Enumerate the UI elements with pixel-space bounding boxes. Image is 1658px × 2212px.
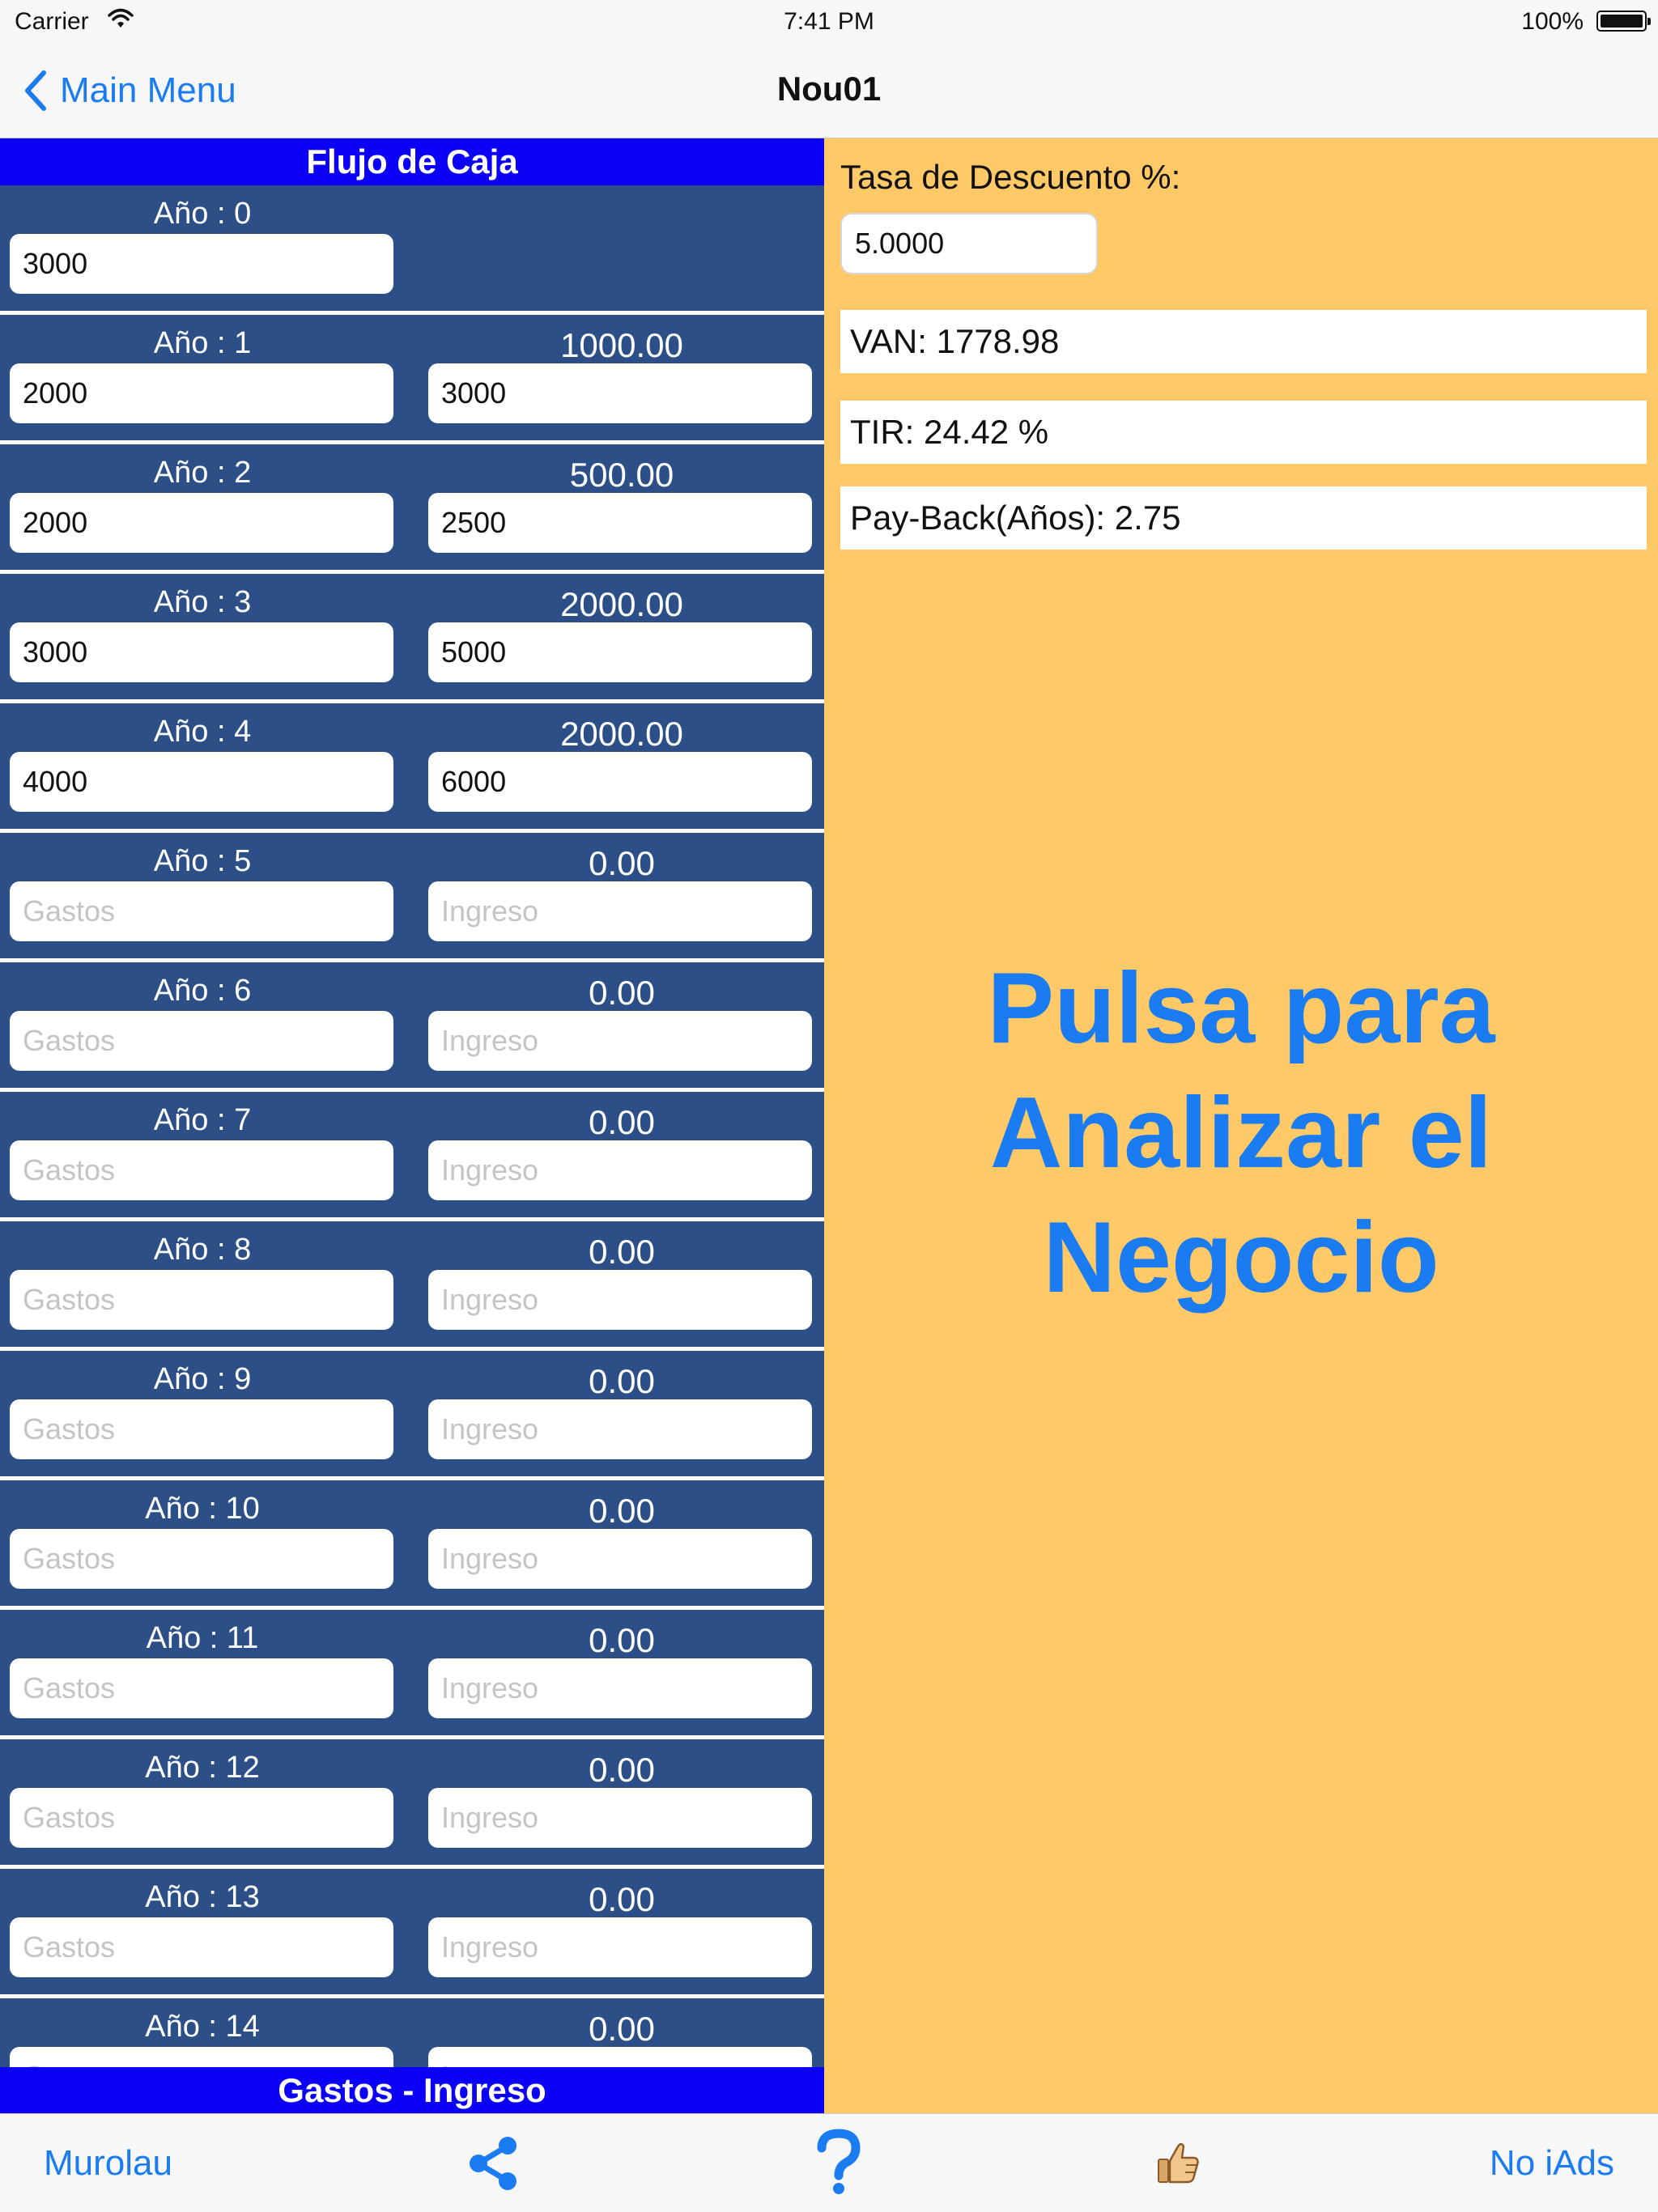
page-title: Nou01: [776, 70, 882, 108]
gastos-input[interactable]: [10, 1658, 393, 1718]
net-cash-flow-value: 2000.00: [560, 585, 683, 623]
ingreso-input[interactable]: [428, 2047, 812, 2067]
gastos-input[interactable]: [10, 363, 393, 423]
year-row: Año : 2 500.00: [0, 444, 824, 570]
year-label: Año : 0: [153, 197, 252, 231]
gastos-input[interactable]: [10, 1399, 393, 1459]
net-cash-flow-value: 0.00: [589, 844, 655, 882]
thumbs-up-icon[interactable]: [1155, 2140, 1201, 2189]
year-label: Año : 6: [153, 974, 252, 1008]
net-cash-flow-value: 0.00: [589, 1621, 655, 1659]
payback-result: Pay-Back(Años): 2.75: [840, 486, 1647, 550]
net-cash-flow-value: 1000.00: [560, 326, 683, 364]
gastos-input[interactable]: [10, 493, 393, 553]
year-row: Año : 12 0.00: [0, 1739, 824, 1865]
year-row: Año : 11 0.00: [0, 1610, 824, 1735]
year-label: Año : 2: [153, 456, 252, 490]
year-row: Año : 3 2000.00: [0, 574, 824, 699]
gastos-input[interactable]: [10, 234, 393, 294]
ingreso-input[interactable]: [428, 752, 812, 812]
discount-rate-input[interactable]: [840, 213, 1098, 274]
cash-flow-list[interactable]: Año : 0Año : 11000.00Año : 2500.00Año : …: [0, 185, 824, 2067]
murolau-link[interactable]: Murolau: [44, 2143, 172, 2184]
ingreso-input[interactable]: [428, 1917, 812, 1977]
gastos-input[interactable]: [10, 752, 393, 812]
analysis-panel: Tasa de Descuento %: VAN: 1778.98 TIR: 2…: [824, 138, 1658, 2113]
year-row: Año : 7 0.00: [0, 1092, 824, 1217]
year-label: Año : 7: [153, 1103, 252, 1137]
gastos-input[interactable]: [10, 881, 393, 941]
net-cash-flow-value: 0.00: [589, 974, 655, 1012]
navigation-bar: Main Menu Nou01: [0, 45, 1658, 138]
battery-percent: 100%: [1521, 8, 1584, 35]
gastos-input[interactable]: [10, 2047, 393, 2067]
share-icon[interactable]: [465, 2135, 521, 2196]
ingreso-input[interactable]: [428, 1011, 812, 1071]
status-bar: Carrier 7:41 PM 100%: [0, 0, 1658, 45]
net-cash-flow-value: 0.00: [589, 1751, 655, 1789]
year-label: Año : 3: [153, 585, 252, 619]
gastos-input[interactable]: [10, 622, 393, 682]
ingreso-input[interactable]: [428, 1529, 812, 1589]
year-row: Año : 10 0.00: [0, 1480, 824, 1606]
battery-icon: [1596, 11, 1651, 32]
discount-rate-label: Tasa de Descuento %:: [840, 158, 1181, 196]
analyze-line-2: Analizar el: [989, 1077, 1493, 1189]
net-cash-flow-value: 0.00: [589, 1492, 655, 1530]
year-label: Año : 4: [153, 715, 252, 749]
year-row: Año : 5 0.00: [0, 833, 824, 958]
ingreso-input[interactable]: [428, 1270, 812, 1330]
year-label: Año : 5: [153, 844, 252, 878]
gastos-input[interactable]: [10, 1529, 393, 1589]
year-label: Año : 8: [153, 1233, 252, 1267]
year-row: Año : 8 0.00: [0, 1221, 824, 1347]
year-row: Año : 13 0.00: [0, 1869, 824, 1994]
ingreso-input[interactable]: [428, 881, 812, 941]
net-cash-flow-value: 2000.00: [560, 715, 683, 753]
year-row: Año : 1 1000.00: [0, 315, 824, 440]
net-cash-flow-value: 500.00: [569, 456, 674, 494]
year-label: Año : 14: [145, 2010, 260, 2044]
analyze-business-button[interactable]: Pulsa para Analizar el Negocio: [824, 946, 1658, 1320]
no-iads-link[interactable]: No iAds: [1490, 2143, 1614, 2184]
year-row: Año : 6 0.00: [0, 962, 824, 1088]
ingreso-input[interactable]: [428, 493, 812, 553]
ingreso-input[interactable]: [428, 1140, 812, 1200]
year-label: Año : 12: [145, 1751, 260, 1785]
year-label: Año : 13: [145, 1880, 260, 1914]
ingreso-input[interactable]: [428, 622, 812, 682]
gastos-input[interactable]: [10, 1270, 393, 1330]
gastos-input[interactable]: [10, 1011, 393, 1071]
ingreso-input[interactable]: [428, 1788, 812, 1848]
year-label: Año : 1: [153, 326, 252, 360]
van-result: VAN: 1778.98: [840, 310, 1647, 373]
net-cash-flow-value: 0.00: [589, 1362, 655, 1400]
net-cash-flow-value: 0.00: [589, 1103, 655, 1141]
ingreso-input[interactable]: [428, 363, 812, 423]
year-label: Año : 11: [146, 1621, 259, 1655]
year-row: Año : 9 0.00: [0, 1351, 824, 1476]
gastos-input[interactable]: [10, 1917, 393, 1977]
net-cash-flow-value: 0.00: [589, 2010, 655, 2048]
analyze-line-3: Negocio: [1043, 1202, 1439, 1314]
help-icon[interactable]: [814, 2129, 864, 2201]
year-row: Año : 4 2000.00: [0, 703, 824, 829]
year-label: Año : 9: [153, 1362, 252, 1396]
analyze-line-1: Pulsa para: [987, 953, 1495, 1064]
gastos-input[interactable]: [10, 1140, 393, 1200]
year-label: Año : 10: [145, 1492, 260, 1526]
net-cash-flow-value: 0.00: [589, 1880, 655, 1918]
ingreso-input[interactable]: [428, 1399, 812, 1459]
cash-flow-header: Flujo de Caja: [0, 138, 824, 185]
status-time: 7:41 PM: [784, 8, 874, 35]
year-row: Año : 0: [0, 185, 824, 311]
ingreso-input[interactable]: [428, 1658, 812, 1718]
net-cash-flow-value: 0.00: [589, 1233, 655, 1271]
cash-flow-panel: Flujo de Caja Año : 0Año : 11000.00Año :…: [0, 138, 824, 2113]
cash-flow-footer: Gastos - Ingreso: [0, 2067, 824, 2113]
tir-result: TIR: 24.42 %: [840, 401, 1647, 464]
gastos-input[interactable]: [10, 1788, 393, 1848]
year-row: Año : 14 0.00: [0, 1998, 824, 2067]
tab-bar: Murolau No iAds: [0, 2113, 1658, 2212]
